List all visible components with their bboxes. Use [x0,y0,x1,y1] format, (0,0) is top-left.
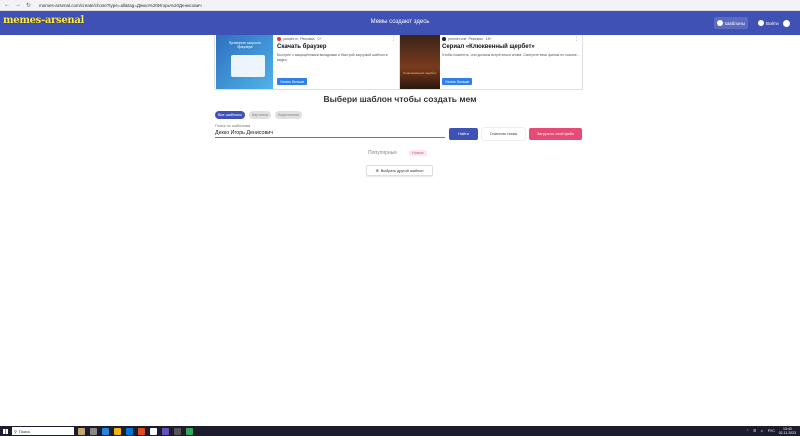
search-input[interactable] [215,129,445,138]
address-bar[interactable]: memes-arsenal.com/create/chose?type=all&… [39,3,202,8]
page-title: Мемы создают здесь [370,19,430,25]
ad-cta-button[interactable]: Узнать больше [277,78,308,85]
clear-search-button[interactable]: Очистить поиск [482,128,525,140]
chip-video-memes[interactable]: Видеомемы [275,111,303,119]
ad-image-text: Проверьте скорость браузера [228,41,262,49]
tray-chevron-icon[interactable]: ⌃ [746,429,749,433]
kebab-icon[interactable]: ⋮ [574,36,579,42]
ad-body: premier.one Реклама · 18+ Сериал «Клюкве… [442,37,580,58]
ad-card-2[interactable]: Клюквенный щербет premier.one Реклама · … [399,35,583,90]
clock[interactable]: 13:43 02.11.2023 [779,427,796,435]
sort-tabs: Популярные Новые [368,150,427,156]
ad-cta-button[interactable]: Узнать больше [442,78,473,85]
more-icon [783,19,790,27]
upload-file-button[interactable]: Загрузить свой файл [529,128,582,140]
ad-source: premier.one Реклама · 18+ [442,37,580,41]
ad-description: Быстрее с защищёнными вкладками и быстро… [277,53,388,62]
ad-source-meta: Реклама · 0+ [300,37,322,41]
taskbar-search[interactable]: ⚲ Поиск [12,427,74,435]
search-icon: ⚲ [14,428,17,434]
plus-icon: ⊕ [375,169,379,173]
app-header: memes-arsenal Мемы создают здесь Шаблоны… [0,11,800,35]
ad-image[interactable]: Клюквенный щербет [400,35,440,89]
tab-popular[interactable]: Популярные [368,150,397,156]
chip-pictures[interactable]: Картинки [248,111,272,119]
search-label: Поиск по шаблонам [215,124,251,128]
windows-start-icon[interactable] [0,426,10,436]
system-tray: ⌃ ☰ ♬ РУС 13:43 02.11.2023 [746,426,796,436]
ad-source-name: yandex.ru [283,37,299,41]
login-button[interactable]: Войти [755,17,782,29]
browser-toolbar: ← → ↻ memes-arsenal.com/create/chose?typ… [0,0,800,11]
app-icon[interactable] [162,427,169,435]
ad-image-card [231,55,265,77]
premier-icon [442,37,446,41]
calculator-icon[interactable] [174,427,181,435]
ad-source-name: premier.one [448,37,467,41]
network-icon[interactable]: ☰ [753,429,756,433]
tab-new[interactable]: Новые [409,150,427,156]
office-icon[interactable] [138,427,145,435]
more-button[interactable] [783,17,790,29]
ad-image[interactable]: Проверьте скорость браузера [216,35,273,89]
filter-chips: Все шаблоны Картинки Видеомемы [215,111,303,119]
edge-icon[interactable] [102,427,109,435]
find-button[interactable]: Найти [449,128,478,140]
chrome-icon[interactable] [186,427,193,435]
user-icon [758,20,764,26]
ad-source-meta: Реклама · 18+ [468,37,492,41]
os-taskbar: ⚲ Поиск ⌃ ☰ ♬ РУС 13:43 02.11.2023 [0,426,800,436]
ad-card-1[interactable]: Проверьте скорость браузера yandex.ru Ре… [214,35,400,90]
ad-body: yandex.ru Реклама · 0+ Скачать браузер Б… [277,37,395,62]
chip-all-templates[interactable]: Все шаблоны [215,111,245,119]
main-heading: Выбери шаблон чтобы создать мем [323,94,477,104]
task-view-icon[interactable] [90,427,97,435]
yandex-icon [277,37,281,41]
store-icon[interactable] [126,427,133,435]
reload-icon[interactable]: ↻ [26,2,31,9]
templates-label: Шаблоны [725,20,745,26]
yandex-browser-icon[interactable] [150,427,157,435]
volume-icon[interactable]: ♬ [760,429,764,433]
language-indicator[interactable]: РУС [768,429,775,433]
date: 02.11.2023 [778,431,796,435]
back-icon[interactable]: ← [4,2,10,9]
kebab-icon[interactable]: ⋮ [391,36,396,42]
file-explorer-icon[interactable] [114,427,121,435]
ad-description: Чтобы поженить, они должны встретиться с… [442,53,580,57]
forward-icon[interactable]: → [15,2,21,9]
templates-button[interactable]: Шаблоны [714,17,748,29]
taskbar-search-label: Поиск [18,428,31,434]
ad-image-text: Клюквенный щербет [403,71,437,75]
ad-headline[interactable]: Сериал «Клюквенный щербет» [442,44,580,50]
widget-icon[interactable] [78,427,85,435]
choose-other-template-button[interactable]: ⊕ Выбрать другой шаблон [366,165,433,176]
templates-icon [717,20,723,26]
ad-source: yandex.ru Реклама · 0+ [277,37,395,41]
taskbar-apps [78,427,193,435]
login-label: Войти [766,20,779,26]
choose-other-label: Выбрать другой шаблон [380,168,424,173]
ad-headline[interactable]: Скачать браузер [277,44,395,50]
browser-nav: ← → ↻ [0,2,35,9]
